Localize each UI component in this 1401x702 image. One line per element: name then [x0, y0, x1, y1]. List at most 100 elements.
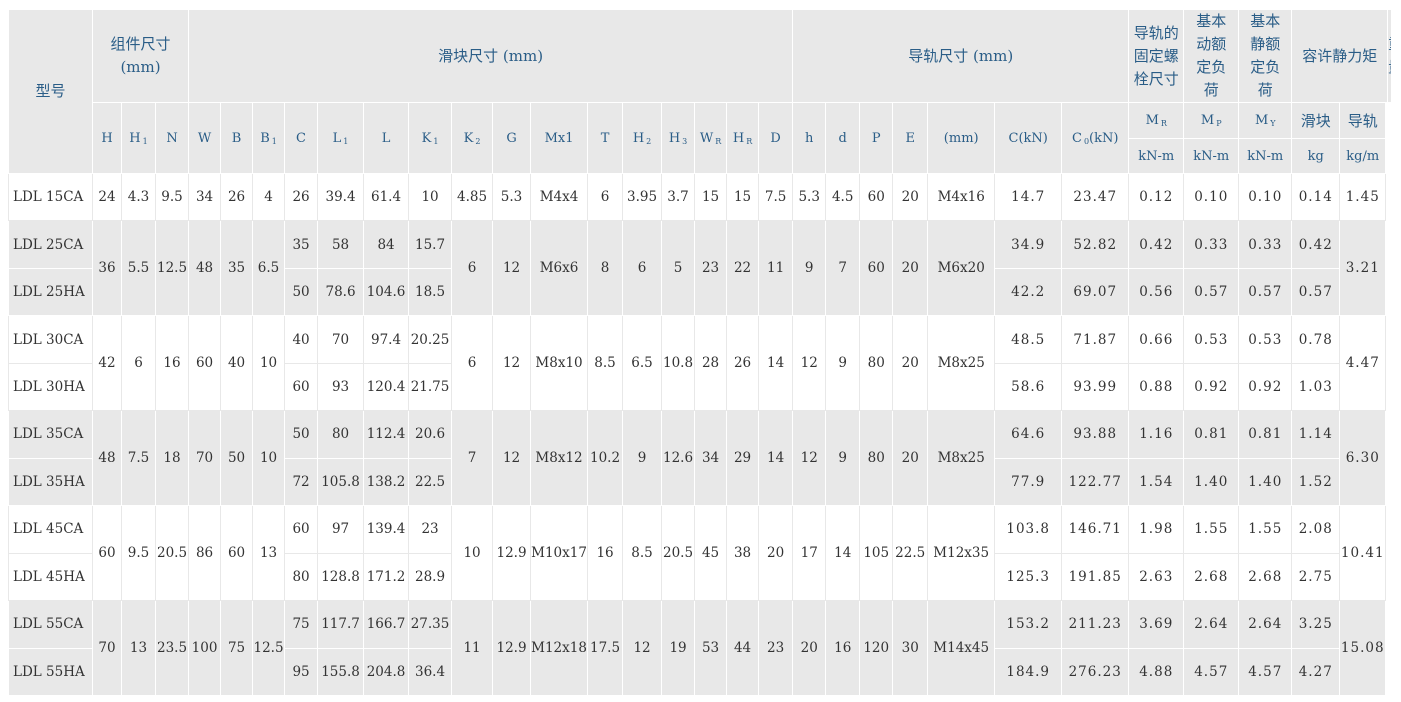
cell-MP: 1.40	[1183, 457, 1240, 507]
cell-WR: 45	[694, 505, 728, 602]
col-MR-unit: kN-m	[1128, 138, 1185, 174]
cell-T: 17.5	[587, 600, 624, 696]
cell-B: 50	[220, 410, 254, 507]
cell-weight-block: 0.42	[1291, 220, 1341, 269]
cell-K1: 28.9	[408, 552, 453, 602]
cell-model: LDL 30CA	[8, 315, 93, 364]
cell-model: LDL 30HA	[8, 362, 93, 412]
cell-MY: 0.81	[1238, 410, 1293, 459]
cell-model: LDL 35HA	[8, 457, 93, 507]
cell-H3: 10.8	[661, 315, 696, 412]
col-MR: MR	[1128, 102, 1185, 139]
header-dynamic-load: 基本动额定负荷	[1183, 9, 1240, 103]
cell-MR: 0.12	[1128, 172, 1185, 222]
cell-HR: 44	[726, 600, 760, 696]
cell-Mx1: M6x6	[530, 220, 589, 317]
cell-L1: 128.8	[317, 552, 365, 602]
cell-h: 12	[792, 315, 827, 412]
cell-MP: 0.53	[1183, 315, 1240, 364]
cell-MY: 1.40	[1238, 457, 1293, 507]
col-weight-rail-unit: kg/m	[1339, 138, 1387, 174]
cell-weight-block: 2.08	[1291, 505, 1341, 554]
cell-H: 48	[92, 410, 122, 507]
cell-d: 7	[825, 220, 861, 317]
cell-HR: 26	[726, 315, 760, 412]
cell-Cdyn: 103.8	[994, 505, 1063, 554]
cell-h: 12	[792, 410, 827, 507]
cell-MY: 0.53	[1238, 315, 1293, 364]
cell-Cdyn: 184.9	[994, 647, 1063, 697]
cell-bolt: M4x16	[927, 172, 996, 222]
cell-C0: 52.82	[1061, 220, 1130, 269]
header-block-dims: 滑块尺寸 (mm)	[188, 9, 794, 103]
cell-d: 9	[825, 410, 861, 507]
col-MY-unit: kN-m	[1238, 138, 1293, 174]
cell-L: 84	[363, 220, 410, 269]
cell-H2: 8.5	[622, 505, 663, 602]
cell-MP: 0.92	[1183, 362, 1240, 412]
cell-E: 22.5	[892, 505, 929, 602]
cell-K1: 20.25	[408, 315, 453, 364]
cell-L: 104.6	[363, 267, 410, 317]
cell-Cdyn: 42.2	[994, 267, 1063, 317]
cell-L: 61.4	[363, 172, 410, 222]
cell-H: 24	[92, 172, 122, 222]
cell-H3: 19	[661, 600, 696, 696]
cell-K1: 27.35	[408, 600, 453, 649]
cell-E: 20	[892, 410, 929, 507]
col-weight-block-unit: kg	[1291, 138, 1341, 174]
cell-MP: 1.55	[1183, 505, 1240, 554]
cell-K2: 11	[451, 600, 494, 696]
cell-H3: 5	[661, 220, 696, 317]
col-L: L	[363, 102, 410, 174]
cell-Cdyn: 77.9	[994, 457, 1063, 507]
cell-K2: 6	[451, 220, 494, 317]
cell-C: 60	[284, 505, 319, 554]
cell-WR: 34	[694, 410, 728, 507]
cell-N: 18	[154, 410, 190, 507]
col-K2: K2	[451, 102, 494, 174]
table-row: LDL 30CA 42 6 16 60 40 10 40 70 97.4 20.…	[8, 315, 1392, 412]
cell-W: 70	[188, 410, 222, 507]
cell-Cdyn: 48.5	[994, 315, 1063, 364]
cell-HR: 22	[726, 220, 760, 317]
col-MP: MP	[1183, 102, 1240, 139]
cell-weight-block: 2.75	[1291, 552, 1341, 602]
cell-Mx1: M8x10	[530, 315, 589, 412]
col-H: H	[92, 102, 122, 174]
col-weight-rail: 导轨	[1339, 102, 1387, 139]
cell-Mx1: M8x12	[530, 410, 589, 507]
cell-MY: 4.57	[1238, 647, 1293, 697]
cell-C: 50	[284, 410, 319, 459]
cell-Cdyn: 153.2	[994, 600, 1063, 649]
cell-K2: 10	[451, 505, 494, 602]
cell-bolt: M6x20	[927, 220, 996, 317]
cell-D: 11	[758, 220, 794, 317]
cell-h: 20	[792, 600, 827, 696]
col-W: W	[188, 102, 222, 174]
cell-P: 120	[859, 600, 894, 696]
table-row: LDL 55CA 70 13 23.5 100 75 12.5 75 117.7…	[8, 600, 1392, 696]
cell-Mx1: M12x18	[530, 600, 589, 696]
cell-MY: 0.57	[1238, 267, 1293, 317]
cell-H1: 5.5	[121, 220, 156, 317]
cell-MR: 4.88	[1128, 647, 1185, 697]
cell-K1: 21.75	[408, 362, 453, 412]
col-MY: MY	[1238, 102, 1293, 139]
cell-Mx1: M10x17	[530, 505, 589, 602]
cell-B1: 10	[252, 315, 286, 412]
cell-MR: 0.66	[1128, 315, 1185, 364]
header-assembly-dims: 组件尺寸 (mm)	[91, 9, 190, 103]
cell-d: 16	[825, 600, 861, 696]
col-HR: HR	[726, 102, 760, 174]
cell-P: 60	[859, 172, 894, 222]
col-Mx1: Mx1	[530, 102, 589, 174]
cell-model: LDL 55HA	[8, 647, 93, 697]
cell-L: 204.8	[363, 647, 410, 697]
cell-MP: 0.33	[1183, 220, 1240, 269]
cell-D: 20	[758, 505, 794, 602]
col-T: T	[587, 102, 624, 174]
cell-K1: 20.6	[408, 410, 453, 459]
col-h: h	[792, 102, 827, 174]
cell-H: 42	[92, 315, 122, 412]
